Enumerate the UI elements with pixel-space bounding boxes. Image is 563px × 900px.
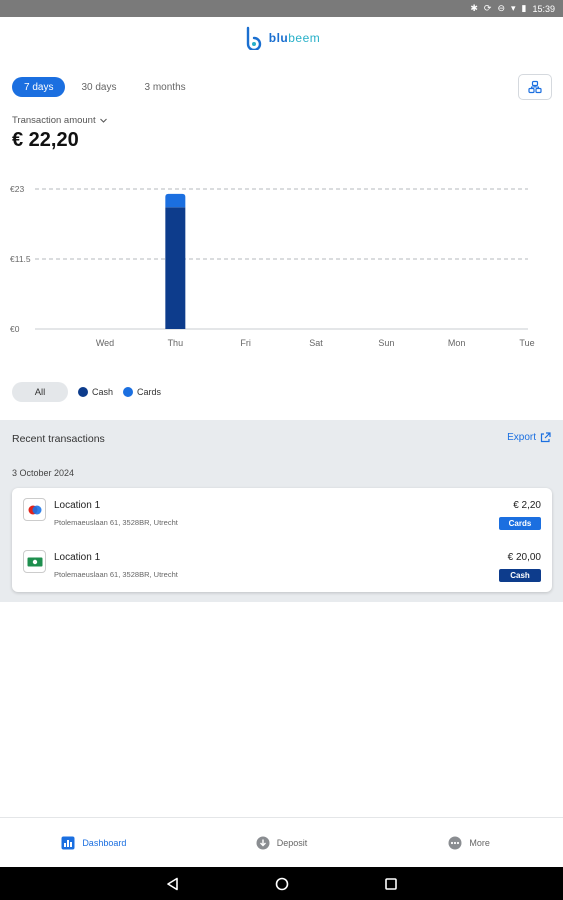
- chart-legend: All Cash Cards: [12, 382, 161, 402]
- nav-dashboard-label: Dashboard: [82, 837, 127, 848]
- transaction-address: Ptolemaeuslaan 61, 3528BR, Utrecht: [54, 518, 178, 527]
- tab-3-months[interactable]: 3 months: [133, 77, 198, 97]
- location-filter-button[interactable]: [518, 74, 552, 100]
- status-bar: ✱ ⟳ ⊖ ▾ ▮ 15:39: [0, 0, 563, 17]
- transaction-location: Location 1: [54, 500, 101, 511]
- status-time: 15:39: [532, 3, 555, 14]
- x-tick-label: Mon: [448, 338, 466, 348]
- bluetooth-icon: ✱: [470, 3, 478, 13]
- more-icon: [448, 836, 462, 850]
- legend-filter-cards[interactable]: Cards: [123, 387, 161, 397]
- nav-deposit[interactable]: Deposit: [188, 818, 376, 867]
- card-payment-icon: [23, 498, 46, 521]
- legend-label-cards: Cards: [137, 387, 162, 397]
- x-tick-label: Thu: [168, 338, 184, 348]
- nav-dashboard[interactable]: Dashboard: [0, 818, 188, 867]
- x-tick-label: Fri: [240, 338, 251, 348]
- legend-filter-cash[interactable]: Cash: [78, 387, 113, 397]
- x-tick-label: Tue: [519, 338, 534, 348]
- bar-segment-cash: [165, 207, 186, 329]
- export-button[interactable]: Export: [507, 432, 551, 443]
- battery-icon: ▮: [521, 3, 527, 13]
- chevron-down-icon: [99, 118, 107, 123]
- home-icon[interactable]: [275, 877, 289, 891]
- payment-method-badge: Cards: [499, 517, 541, 530]
- transaction-amount: € 20,00: [507, 552, 541, 563]
- nav-more-label: More: [469, 837, 490, 848]
- location-filter-icon: [528, 80, 542, 94]
- x-tick-label: Wed: [96, 338, 114, 348]
- system-navigation-bar: [0, 867, 563, 900]
- tab-30-days[interactable]: 30 days: [69, 77, 128, 97]
- legend-filter-all[interactable]: All: [12, 382, 68, 402]
- transactions-bar-chart: €0 €11.5 €23 Wed Thu Fri Sat Sun Mon Tue: [10, 184, 535, 348]
- logo-primary: blu: [268, 31, 289, 45]
- nav-more[interactable]: More: [375, 818, 563, 867]
- tab-7-days[interactable]: 7 days: [12, 77, 66, 97]
- deposit-icon: [256, 836, 270, 850]
- logo-wordmark: blubeem: [269, 31, 321, 45]
- legend-dot-cards: [123, 387, 134, 397]
- bar-segment-cards: [165, 193, 186, 208]
- blubeem-logo-icon: [246, 26, 261, 50]
- metric-label: Transaction amount: [12, 115, 96, 126]
- export-label: Export: [507, 432, 536, 443]
- minus-circle-icon: ⊖: [497, 3, 505, 13]
- transaction-address: Ptolemaeuslaan 61, 3528BR, Utrecht: [54, 570, 178, 579]
- recent-transactions-section: Recent transactions Export 3 October 202…: [0, 420, 563, 602]
- transaction-list: Location 1 Ptolemaeuslaan 61, 3528BR, Ut…: [12, 488, 552, 592]
- range-tabs: 7 days 30 days 3 months: [12, 77, 198, 97]
- transaction-row[interactable]: Location 1 Ptolemaeuslaan 61, 3528BR, Ut…: [12, 488, 552, 540]
- app-logo: blubeem: [0, 22, 563, 54]
- logo-secondary: beem: [288, 31, 321, 45]
- cash-icon: [23, 550, 46, 573]
- transaction-date-header: 3 October 2024: [12, 468, 75, 478]
- recents-icon[interactable]: [384, 877, 398, 891]
- x-tick-label: Sat: [309, 338, 323, 348]
- metric-selector[interactable]: Transaction amount: [12, 115, 108, 126]
- x-tick-label: Sun: [378, 338, 394, 348]
- y-tick-label: €23: [10, 184, 24, 194]
- transaction-row[interactable]: Location 1 Ptolemaeuslaan 61, 3528BR, Ut…: [12, 540, 552, 592]
- bottom-navigation: Dashboard Deposit More: [0, 817, 563, 867]
- y-tick-label: €11.5: [10, 254, 31, 264]
- y-tick-label: €0: [10, 324, 20, 334]
- transaction-location: Location 1: [54, 552, 101, 563]
- back-icon[interactable]: [166, 877, 180, 891]
- legend-label-cash: Cash: [92, 387, 114, 397]
- metric-value: € 22,20: [12, 129, 79, 151]
- sync-icon: ⟳: [483, 3, 492, 13]
- payment-method-badge: Cash: [499, 569, 541, 582]
- legend-dot-cash: [78, 387, 88, 397]
- wifi-icon: ▾: [510, 3, 516, 13]
- dashboard-icon: [61, 836, 75, 850]
- app-screen: ✱ ⟳ ⊖ ▾ ▮ 15:39 blubeem 7 days 30 days 3…: [0, 0, 563, 900]
- external-link-icon: [540, 432, 551, 443]
- transaction-amount: € 2,20: [513, 500, 541, 511]
- section-title: Recent transactions: [12, 433, 105, 445]
- nav-deposit-label: Deposit: [276, 837, 308, 848]
